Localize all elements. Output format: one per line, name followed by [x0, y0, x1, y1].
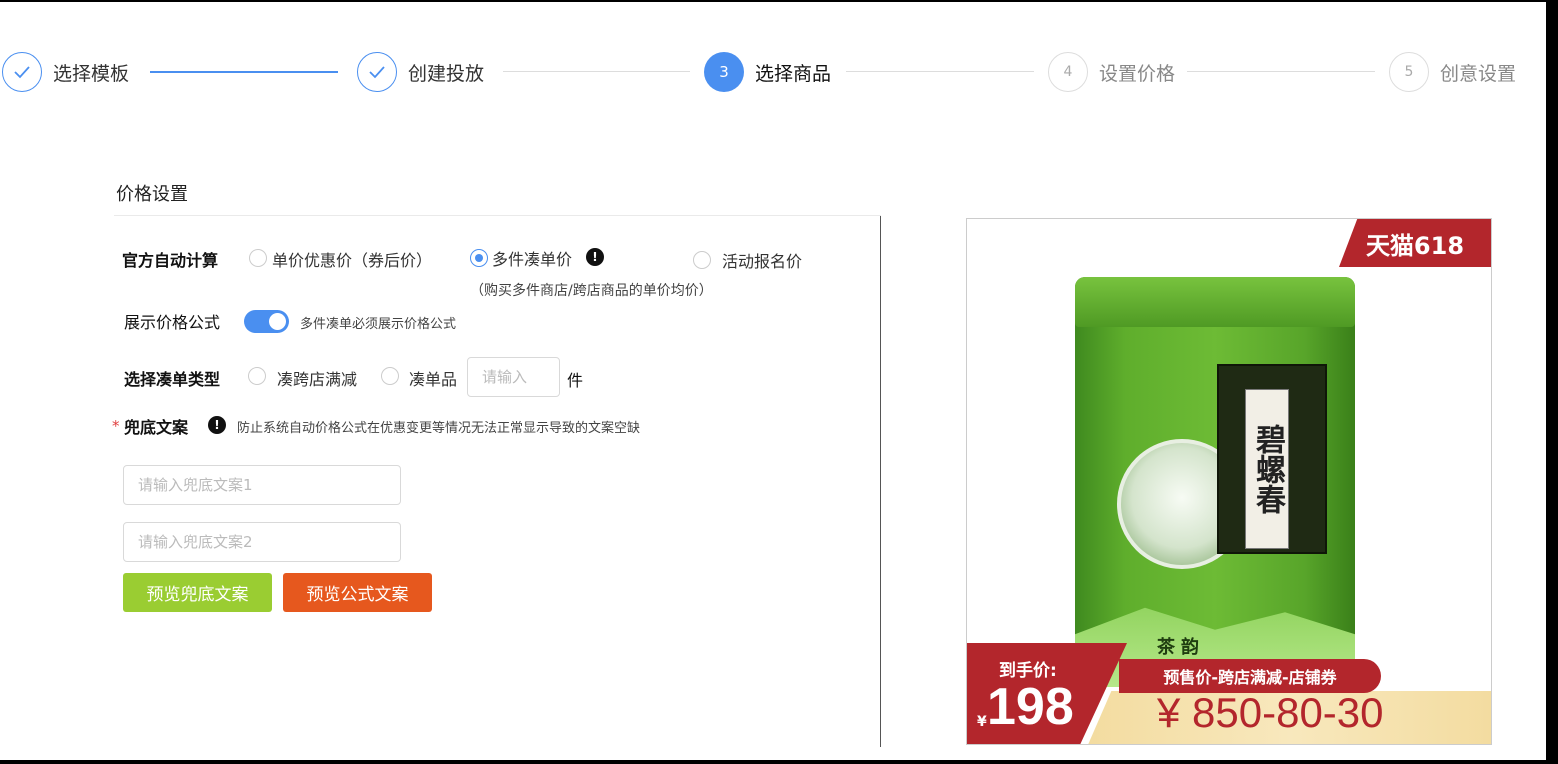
step-connector-3 [846, 71, 1034, 72]
vertical-divider [880, 216, 881, 747]
combo-type-label: 选择凑单类型 [124, 370, 221, 389]
step-connector-2 [503, 71, 690, 72]
radio-cross-store[interactable] [248, 367, 266, 385]
price-formula: ¥ 850-80-30 [1157, 689, 1384, 736]
multi-item-hint: （购买多件商店/跨店商品的单价均价） [470, 283, 713, 299]
auto-calc-label: 官方自动计算 [122, 251, 219, 270]
step-3-number: 3 [704, 52, 744, 92]
check-icon [357, 52, 397, 92]
tea-tin-lid [1075, 277, 1355, 327]
step-4-number: 4 [1048, 52, 1088, 92]
step-2-label: 创建投放 [408, 62, 485, 85]
radio-activity-price[interactable] [693, 251, 711, 269]
preview-formula-button[interactable]: 预览公式文案 [283, 573, 432, 612]
fallback-input-1[interactable] [123, 465, 401, 505]
step-1[interactable]: 选择模板 [2, 51, 129, 93]
show-formula-hint: 多件凑单必须展示价格公式 [300, 317, 457, 332]
step-connector-4 [1187, 71, 1375, 72]
page: 选择模板 创建投放 3 选择商品 4 设置价格 5 创意设置 价格设置 官方自动… [0, 2, 1546, 760]
show-formula-label: 展示价格公式 [124, 313, 221, 332]
step-2[interactable]: 创建投放 [357, 51, 484, 93]
info-icon[interactable]: ! [208, 416, 226, 434]
tmall-618-badge: 天猫618 [1339, 219, 1491, 267]
step-3[interactable]: 3 选择商品 [704, 51, 831, 93]
radio-activity-price-label[interactable]: 活动报名价 [722, 248, 802, 272]
radio-unit-price[interactable] [249, 249, 267, 267]
show-formula-toggle[interactable] [244, 310, 289, 333]
step-1-label: 选择模板 [53, 62, 130, 85]
price-currency: ¥ [977, 714, 987, 730]
fallback-hint: 防止系统自动价格公式在优惠变更等情况无法正常显示导致的文案空缺 [237, 421, 641, 436]
radio-single-item-label[interactable]: 凑单品 [409, 366, 457, 390]
product-preview: 碧螺春 茶韵 天猫618 预售价-跨店满减-店铺券 到手价: ¥ 198 ¥ 8… [966, 218, 1492, 745]
combo-unit-label: 件 [567, 371, 584, 390]
required-asterisk: * [112, 417, 120, 435]
formula-tag: 预售价-跨店满减-店铺券 [1119, 659, 1381, 693]
preview-fallback-button[interactable]: 预览兜底文案 [123, 573, 272, 612]
final-price-value: 198 [987, 678, 1074, 736]
step-5[interactable]: 5 创意设置 [1389, 51, 1516, 93]
info-icon[interactable]: ! [586, 248, 604, 266]
section-title: 价格设置 [116, 184, 188, 205]
tin-title: 碧螺春 [1245, 389, 1289, 549]
step-5-label: 创意设置 [1440, 62, 1517, 85]
step-4-label: 设置价格 [1099, 62, 1176, 85]
radio-unit-price-label[interactable]: 单价优惠价（券后价） [272, 247, 432, 271]
combo-quantity-input[interactable] [467, 357, 560, 397]
tin-brand: 茶韵 [1157, 637, 1205, 658]
step-4[interactable]: 4 设置价格 [1048, 51, 1175, 93]
radio-multi-item-price[interactable] [470, 249, 488, 267]
step-3-label: 选择商品 [755, 62, 832, 85]
fallback-input-2[interactable] [123, 522, 401, 562]
radio-cross-store-label[interactable]: 凑跨店满减 [277, 366, 357, 390]
check-icon [2, 52, 42, 92]
radio-single-item[interactable] [381, 367, 399, 385]
step-connector-1 [150, 71, 338, 73]
step-5-number: 5 [1389, 52, 1429, 92]
fallback-label: 兜底文案 [124, 418, 189, 437]
radio-multi-item-price-label[interactable]: 多件凑单价 [492, 246, 572, 270]
section-divider [114, 215, 881, 216]
